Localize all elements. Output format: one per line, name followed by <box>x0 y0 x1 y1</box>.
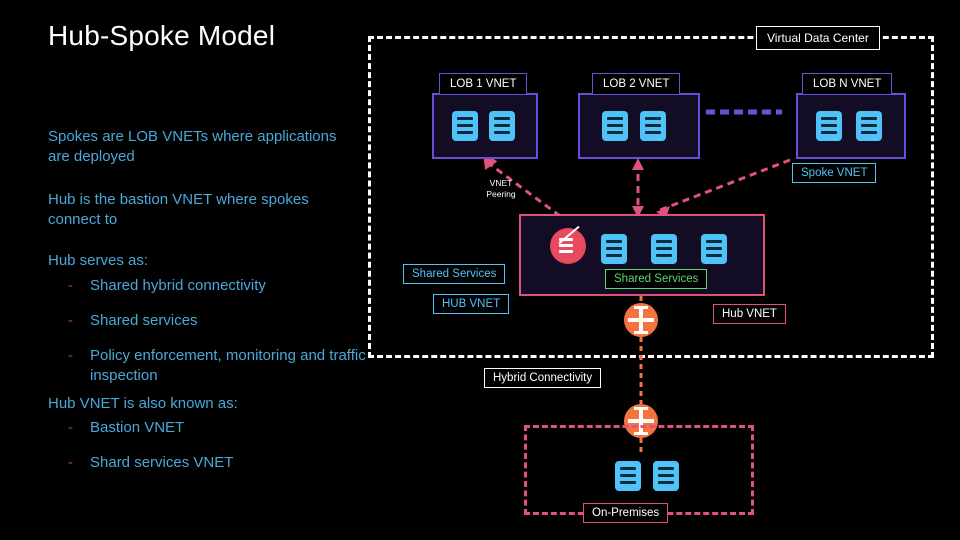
hybrid-connectivity-label: Hybrid Connectivity <box>484 368 602 388</box>
hub-vnet-label-right: Hub VNET <box>713 304 786 324</box>
list-item-label: Shared hybrid connectivity <box>90 277 266 294</box>
server-icon <box>452 111 478 141</box>
paragraph-spokes: Spokes are LOB VNETs where applications … <box>48 128 337 165</box>
server-icon <box>653 461 679 491</box>
list-item: - Bastion VNET <box>48 418 368 438</box>
server-icon <box>640 111 666 141</box>
vnet-peering-label: VNET Peering <box>486 178 516 199</box>
bullet-dash: - <box>68 277 73 294</box>
server-icon <box>602 111 628 141</box>
lob-2-vnet-label: LOB 2 VNET <box>592 73 681 95</box>
lob-1-vnet-box <box>432 93 538 159</box>
bullet-list-also-known: - Bastion VNET - Shard services VNET <box>48 418 368 488</box>
on-premises-box <box>524 425 754 515</box>
server-icon <box>651 234 677 264</box>
hub-vnet-label-left: HUB VNET <box>433 294 510 314</box>
server-icon <box>489 111 515 141</box>
server-icon <box>601 234 627 264</box>
bullet-list-hub-serves: - Shared hybrid connectivity - Shared se… <box>48 276 368 401</box>
list-item: - Shared hybrid connectivity <box>48 276 368 296</box>
lob-2-vnet-box <box>578 93 700 159</box>
paragraph-hub-serves: Hub serves as: <box>48 252 149 269</box>
list-item-label: Shard services VNET <box>90 454 234 471</box>
server-icon <box>701 234 727 264</box>
list-item: - Policy enforcement, monitoring and tra… <box>48 346 368 386</box>
list-item-label: Shared services <box>90 312 198 329</box>
server-icon <box>856 111 882 141</box>
server-icon <box>816 111 842 141</box>
list-item-label: Bastion VNET <box>90 419 185 436</box>
gateway-icon <box>624 303 658 337</box>
list-item-label: Policy enforcement, monitoring and traff… <box>90 347 366 384</box>
spoke-vnet-label: Spoke VNET <box>792 163 877 183</box>
lob-n-vnet-box <box>796 93 906 159</box>
paragraph-hub: Hub is the bastion VNET where spokes con… <box>48 191 309 228</box>
lob-1-vnet-label: LOB 1 VNET <box>439 73 528 95</box>
shared-services-label-left: Shared Services <box>403 264 506 284</box>
page-title: Hub-Spoke Model <box>48 20 276 51</box>
slide-root: Hub-Spoke Model Spokes are LOB VNETs whe… <box>0 0 960 540</box>
server-icon <box>615 461 641 491</box>
lob-n-vnet-label: LOB N VNET <box>802 73 893 95</box>
bullet-dash: - <box>68 347 73 364</box>
list-item: - Shard services VNET <box>48 453 368 473</box>
list-item: - Shared services <box>48 311 368 331</box>
firewall-icon <box>550 225 586 264</box>
bullet-dash: - <box>68 454 73 471</box>
bullet-dash: - <box>68 419 73 436</box>
virtual-data-center-label: Virtual Data Center <box>756 26 880 50</box>
shared-services-label-right: Shared Services <box>605 269 708 289</box>
on-premises-label: On-Premises <box>583 503 669 523</box>
paragraph-also-known: Hub VNET is also known as: <box>48 395 238 412</box>
bullet-dash: - <box>68 312 73 329</box>
